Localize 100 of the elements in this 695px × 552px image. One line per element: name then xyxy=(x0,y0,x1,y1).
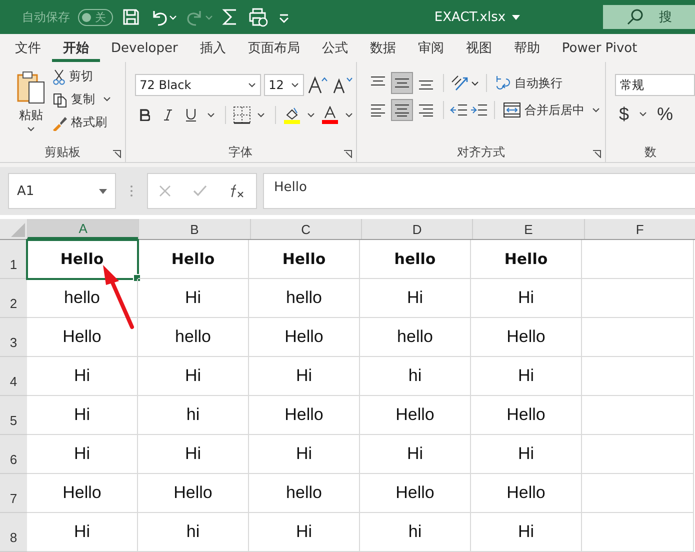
ribbon-tab[interactable]: 数据 xyxy=(358,34,407,62)
borders-icon[interactable] xyxy=(232,106,251,124)
ribbon-tab[interactable]: Power Pivot xyxy=(550,34,648,62)
table-cell: Hi xyxy=(27,357,138,396)
group-label: 字体 xyxy=(228,144,253,160)
orientation-icon[interactable] xyxy=(450,74,480,92)
currency-button[interactable]: $ xyxy=(615,104,634,125)
column-header[interactable]: C xyxy=(250,219,361,239)
table-cell: Hello xyxy=(138,474,249,513)
table-cell: hello xyxy=(360,240,471,279)
ribbon-tab[interactable]: 插入 xyxy=(188,34,237,62)
fill-color-icon[interactable] xyxy=(282,106,301,124)
font-name-field[interactable]: 72 Black xyxy=(134,74,261,96)
paste-button[interactable]: 粘贴 xyxy=(14,66,48,142)
font-size-field[interactable]: 12 xyxy=(264,74,304,96)
dialog-launcher-icon[interactable] xyxy=(112,150,121,158)
table-cell: Hello xyxy=(27,318,138,357)
table-cell: hi xyxy=(138,513,249,552)
caret-icon xyxy=(248,82,256,88)
sum-icon[interactable] xyxy=(221,7,239,27)
caret-icon[interactable] xyxy=(103,97,111,102)
font-color-icon[interactable] xyxy=(320,106,339,124)
caret-icon[interactable] xyxy=(256,112,265,118)
printer-icon[interactable] xyxy=(247,7,269,27)
row-header[interactable]: 2 xyxy=(0,279,27,318)
table-cell: Hi xyxy=(138,279,249,318)
increase-indent-icon[interactable] xyxy=(470,103,488,117)
underline-icon xyxy=(184,108,197,122)
dialog-launcher-icon[interactable] xyxy=(344,150,352,158)
table-cell: Hi xyxy=(138,357,249,396)
table-cell: Hello xyxy=(27,474,138,513)
caret-icon xyxy=(27,127,35,132)
decrease-indent-icon[interactable] xyxy=(450,103,468,117)
column-header[interactable]: D xyxy=(360,219,472,239)
cut-button[interactable]: 剪切 xyxy=(50,66,114,87)
bold-icon xyxy=(140,109,150,121)
column-header[interactable]: A xyxy=(26,219,138,239)
ribbon-tab[interactable]: 审阅 xyxy=(406,34,455,62)
table-cell: Hi xyxy=(27,396,138,435)
grip-icon[interactable] xyxy=(130,185,133,197)
table-cell: Hi xyxy=(471,435,582,474)
row-header[interactable]: 4 xyxy=(0,357,27,396)
ribbon-tab[interactable]: 页面布局 xyxy=(236,34,311,62)
merge-center-button[interactable]: 合并后居中 xyxy=(500,102,587,118)
italic-icon xyxy=(162,109,173,121)
formula-field[interactable]: Hello xyxy=(263,173,695,209)
brush-icon xyxy=(52,114,68,130)
copy-icon xyxy=(52,92,68,108)
format-painter-button[interactable]: 格式刷 xyxy=(50,112,114,133)
caret-icon[interactable] xyxy=(206,112,215,118)
table-cell: Hello xyxy=(138,240,249,279)
table-cell: hi xyxy=(360,513,471,552)
wrap-text-button[interactable]: 自动换行 xyxy=(492,74,565,92)
align-lines-icon xyxy=(394,76,410,90)
horizontal-align-button[interactable] xyxy=(390,99,413,121)
number-format-field[interactable]: 常规 xyxy=(615,74,695,96)
ribbon-tab[interactable]: 公式 xyxy=(310,34,359,62)
group-label: 对齐方式 xyxy=(456,144,505,160)
grow-font-icon[interactable] xyxy=(306,75,329,95)
group-label: 剪贴板 xyxy=(44,144,80,160)
table-cell: Hi xyxy=(471,279,582,318)
caret-icon[interactable] xyxy=(512,14,520,20)
column-header[interactable]: B xyxy=(138,219,250,239)
ribbon-tab[interactable]: 帮助 xyxy=(502,34,551,62)
copy-button[interactable]: 复制 xyxy=(50,89,97,110)
shrink-font-icon[interactable] xyxy=(332,75,354,95)
table-cell: Hi xyxy=(249,357,360,396)
name-box[interactable]: A1 xyxy=(8,173,116,209)
vertical-align-button[interactable] xyxy=(390,72,413,94)
caret-icon[interactable] xyxy=(639,112,648,117)
ribbon-tab[interactable]: 视图 xyxy=(454,34,503,62)
search-field[interactable]: 搜 xyxy=(602,5,695,29)
check-icon[interactable] xyxy=(193,185,207,197)
save-icon[interactable] xyxy=(121,7,141,27)
row-header[interactable]: 7 xyxy=(0,474,27,513)
group-label: 数 xyxy=(644,144,656,160)
caret-icon[interactable] xyxy=(306,112,315,118)
row-header[interactable]: 3 xyxy=(0,318,27,357)
row-header[interactable]: 6 xyxy=(0,435,27,474)
caret-icon[interactable] xyxy=(592,108,600,112)
autosave-label: 自动保存 xyxy=(22,8,70,26)
table-cell: Hi xyxy=(138,435,249,474)
table-cell: Hello xyxy=(471,474,582,513)
ribbon-tab[interactable]: 文件 xyxy=(4,34,52,62)
caret-icon xyxy=(290,82,299,88)
ribbon-tab[interactable]: Developer xyxy=(100,34,189,62)
file-name[interactable]: EXACT.xlsx xyxy=(434,10,506,24)
column-header[interactable]: F xyxy=(584,219,695,239)
table-cell: Hello xyxy=(27,240,138,279)
function-icon[interactable] xyxy=(229,184,245,198)
row-header[interactable]: 1 xyxy=(0,240,27,279)
dialog-launcher-icon[interactable] xyxy=(593,150,601,158)
percent-button[interactable]: % xyxy=(653,104,678,125)
table-cell: Hi xyxy=(27,435,138,474)
table-cell: Hi xyxy=(471,513,582,552)
table-cell: hello xyxy=(249,279,360,318)
row-header[interactable]: 5 xyxy=(0,396,27,435)
column-header[interactable]: E xyxy=(472,219,584,239)
row-header[interactable]: 8 xyxy=(0,513,27,552)
caret-icon[interactable] xyxy=(344,112,353,118)
